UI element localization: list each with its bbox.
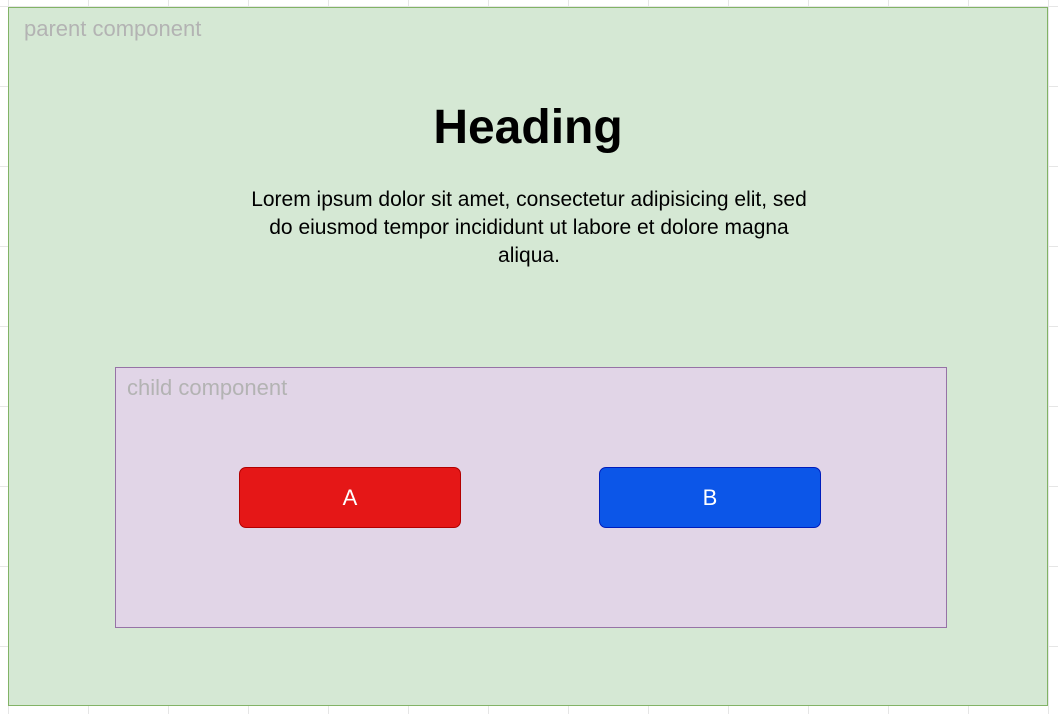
- parent-component: parent component Heading Lorem ipsum dol…: [8, 7, 1048, 706]
- child-component-label: child component: [127, 375, 288, 400]
- button-b[interactable]: B: [599, 467, 821, 528]
- button-a[interactable]: A: [239, 467, 461, 528]
- body-paragraph: Lorem ipsum dolor sit amet, consectetur …: [251, 188, 807, 267]
- child-component: child component A B: [115, 367, 947, 628]
- page-heading: Heading: [433, 101, 623, 154]
- parent-component-label: parent component: [24, 16, 202, 41]
